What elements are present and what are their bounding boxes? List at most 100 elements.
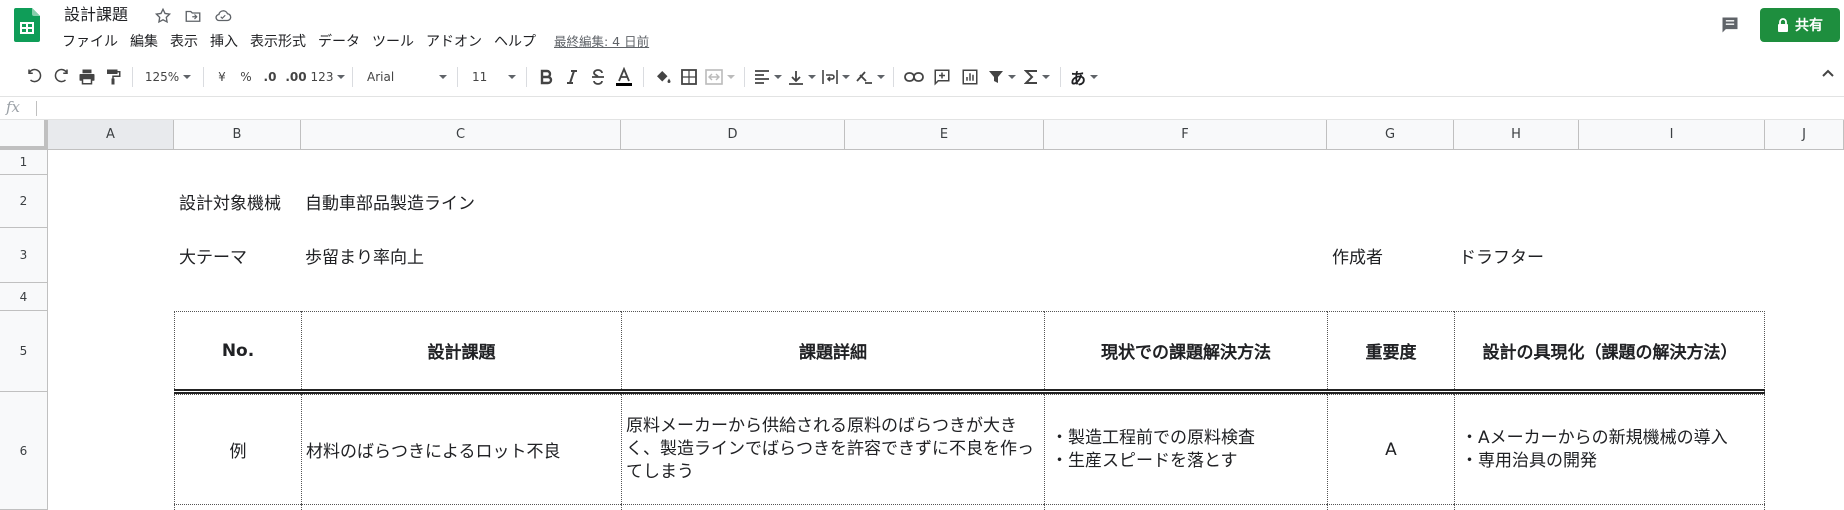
strikethrough-icon[interactable] — [585, 63, 611, 91]
currency-button[interactable]: ¥ — [210, 63, 234, 91]
header-no[interactable]: No. — [174, 311, 301, 389]
chevron-down-icon — [727, 75, 735, 79]
menu-file[interactable]: ファイル — [56, 31, 124, 53]
more-formats-label: 123 — [310, 70, 334, 84]
font-family-value: Arial — [367, 70, 395, 84]
print-icon[interactable] — [74, 63, 100, 91]
toolbar-divider — [132, 67, 133, 87]
star-icon[interactable] — [153, 6, 173, 26]
table-row-next[interactable] — [621, 504, 1044, 510]
header-design-issue[interactable]: 設計課題 — [301, 311, 621, 389]
bold-icon[interactable] — [533, 63, 559, 91]
header-current-solution[interactable]: 現状での課題解決方法 — [1044, 311, 1327, 389]
menu-help[interactable]: ヘルプ — [488, 31, 542, 53]
lock-icon — [1778, 18, 1788, 32]
insert-comment-icon[interactable] — [928, 63, 956, 91]
current-solution-line-1: ・製造工程前での原料検査 — [1051, 427, 1255, 448]
menu-addons[interactable]: アドオン — [420, 31, 488, 53]
header-double-border — [174, 389, 1765, 394]
toolbar-divider — [203, 67, 204, 87]
menu-edit[interactable]: 編集 — [124, 31, 164, 53]
cell-example-current[interactable]: ・製造工程前での原料検査 ・生産スピードを落とす — [1044, 394, 1327, 504]
font-size-value: 11 — [472, 70, 488, 84]
cell-example-issue[interactable]: 材料のばらつきによるロット不良 — [301, 394, 621, 504]
italic-icon[interactable] — [559, 63, 585, 91]
header-design-solution[interactable]: 設計の具現化（課題の解決方法） — [1454, 311, 1765, 389]
issue-table: No. 設計課題 課題詳細 現状での課題解決方法 重要度 設計の具現化（課題の解… — [174, 311, 1765, 510]
table-row-next[interactable] — [1044, 504, 1327, 510]
functions-icon[interactable] — [1020, 63, 1054, 91]
share-label: 共有 — [1795, 18, 1823, 34]
vertical-align-icon[interactable] — [785, 63, 819, 91]
text-color-icon[interactable] — [611, 63, 637, 91]
filter-icon[interactable] — [984, 63, 1020, 91]
text-rotation-icon[interactable] — [853, 63, 887, 91]
formula-bar[interactable]: fx — [0, 96, 1844, 120]
font-size-select[interactable]: 11 — [464, 63, 520, 91]
chevron-down-icon — [774, 75, 782, 79]
chevron-down-icon — [1008, 75, 1016, 79]
undo-icon[interactable] — [22, 63, 48, 91]
increase-decimal-button[interactable]: .00 — [282, 63, 310, 91]
chevron-down-icon — [183, 75, 192, 79]
chevron-down-icon — [508, 75, 516, 79]
chevron-down-icon — [808, 75, 816, 79]
document-title[interactable]: 設計課題 — [64, 4, 128, 26]
redo-icon[interactable] — [48, 63, 74, 91]
menu-format[interactable]: 表示形式 — [244, 31, 312, 53]
header-importance[interactable]: 重要度 — [1327, 311, 1454, 389]
design-solution-line-1: ・Aメーカーからの新規機械の導入 — [1461, 427, 1728, 448]
fx-icon: fx — [6, 98, 21, 116]
more-formats-select[interactable]: 123 — [310, 63, 346, 91]
table-row-next[interactable] — [1454, 504, 1765, 510]
table-row-next[interactable] — [174, 504, 301, 510]
menu-data[interactable]: データ — [312, 31, 366, 53]
last-edit-link[interactable]: 最終編集: 4 日前 — [554, 31, 649, 53]
chevron-down-icon — [337, 75, 346, 79]
table-right-border — [1764, 311, 1765, 510]
share-button[interactable]: 共有 — [1760, 8, 1840, 42]
zoom-select[interactable]: 125% — [139, 63, 197, 91]
menu-tools[interactable]: ツール — [366, 31, 420, 53]
percent-button[interactable]: % — [234, 63, 258, 91]
example-detail-text: 原料メーカーから供給される原料のばらつきが大きく、製造ラインでばらつきを許容でき… — [626, 416, 1034, 482]
cell-example-importance[interactable]: A — [1327, 394, 1454, 504]
borders-icon[interactable] — [676, 63, 702, 91]
table-row-next[interactable] — [301, 504, 621, 510]
insert-link-icon[interactable] — [900, 63, 928, 91]
input-tools-select[interactable]: あ — [1067, 63, 1101, 91]
menu-insert[interactable]: 挿入 — [204, 31, 244, 53]
move-folder-icon[interactable] — [183, 6, 203, 26]
table-row-next[interactable] — [1327, 504, 1454, 510]
chevron-up-icon[interactable] — [1820, 66, 1840, 86]
cell-example-no[interactable]: 例 — [174, 394, 301, 504]
toolbar-divider — [893, 67, 894, 87]
chevron-down-icon — [1042, 75, 1050, 79]
text-wrapping-icon[interactable] — [819, 63, 853, 91]
sheets-logo-icon[interactable] — [14, 8, 40, 42]
cloud-saved-icon[interactable] — [213, 6, 233, 26]
fill-color-icon[interactable] — [650, 63, 676, 91]
horizontal-align-icon[interactable] — [751, 63, 785, 91]
toolbar-divider — [457, 67, 458, 87]
menu-view[interactable]: 表示 — [164, 31, 204, 53]
input-tools-label: あ — [1069, 69, 1086, 88]
chevron-down-icon — [439, 75, 447, 79]
toolbar-divider — [1060, 67, 1061, 87]
cell-example-solution[interactable]: ・Aメーカーからの新規機械の導入 ・専用治具の開発 — [1454, 394, 1765, 504]
cell-example-detail[interactable]: 原料メーカーから供給される原料のばらつきが大きく、製造ラインでばらつきを許容でき… — [621, 394, 1044, 504]
toolbar-divider — [643, 67, 644, 87]
toolbar: 125% ¥ % .0 .00 123 Arial 11 あ — [0, 59, 1844, 95]
title-bar: 設計課題 ファイル 編集 表示 挿入 表示形式 データ ツール アドオン ヘルプ… — [0, 0, 1844, 56]
header-issue-detail[interactable]: 課題詳細 — [621, 311, 1044, 389]
insert-chart-icon[interactable] — [956, 63, 984, 91]
comment-history-icon[interactable] — [1716, 12, 1744, 38]
font-family-select[interactable]: Arial — [359, 63, 451, 91]
zoom-value: 125% — [144, 70, 180, 84]
chevron-down-icon — [1090, 75, 1098, 79]
current-solution-line-2: ・生産スピードを落とす — [1051, 450, 1238, 471]
formula-divider — [36, 101, 37, 116]
merge-cells-icon[interactable] — [702, 63, 738, 91]
decrease-decimal-button[interactable]: .0 — [258, 63, 282, 91]
paint-format-icon[interactable] — [100, 63, 126, 91]
